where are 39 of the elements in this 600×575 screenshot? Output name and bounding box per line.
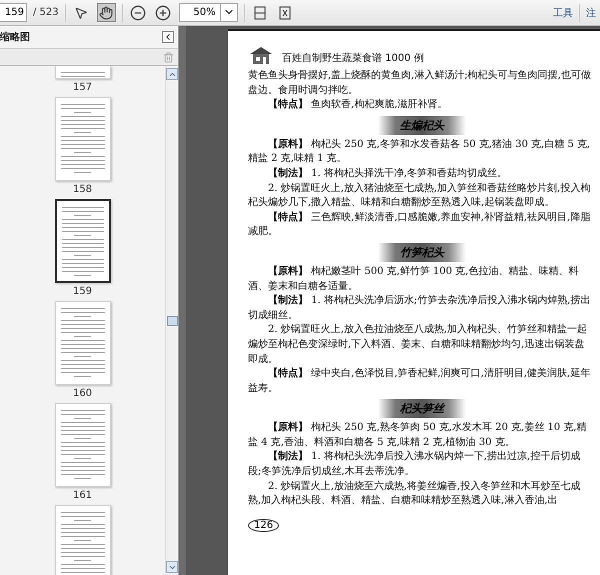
- paragraph: 【特点】 三色辉映,鲜淡清香,口感脆嫩,养血安神,补肾益精,祛风明目,降脂减肥。: [248, 210, 592, 240]
- zoom-out-button[interactable]: [128, 3, 148, 22]
- recipe-heading: 杞头笋丝: [378, 399, 466, 418]
- paragraph: 【制法】 1. 将枸杞头洗净后沥水;竹笋去杂洗净后投入沸水锅内焯熟,捞出切成细丝。: [248, 294, 592, 323]
- page-thumbnail[interactable]: [54, 199, 110, 283]
- thumbnail-label: 157: [72, 82, 92, 93]
- paragraph: 2. 炒锅置火上,放油烧至六成热,将姜丝煸香,投入冬笋丝和木耳炒至七成熟,加入枸杞头段、料酒、精盐、白糖和味精炒至熟透入味,淋入香油,出: [248, 480, 582, 508]
- running-header: 百姓自制野生蔬菜食谱 1000 例: [282, 52, 424, 65]
- recipe-heading: 竹笋杞头: [378, 242, 466, 262]
- thumbnail-label: 161: [72, 490, 92, 501]
- paragraph: 黄色鱼头身骨摆好,盖上烧酥的黄鱼肉,淋入鲜汤汁;枸杞头可与鱼肉同摆,也可做盘边。食用时调匀拌吃。: [248, 69, 592, 98]
- scrollbar-thumb[interactable]: [166, 316, 178, 326]
- hand-tool-button[interactable]: [96, 3, 116, 22]
- paragraph: 【特点】 鱼肉软香,枸杞爽脆,滋肝补肾。: [267, 98, 449, 112]
- paragraph: 【特点】 绿中夹白,色泽悦目,笋香杞鲜,润爽可口,清肝明目,健美润肤,延年益寿。: [248, 367, 592, 396]
- page-number-field[interactable]: 159: [0, 3, 27, 22]
- toolbar-link[interactable]: 工具: [553, 6, 573, 20]
- panel-title: 缩略图: [0, 30, 30, 44]
- paragraph: 【制法】 1. 将枸杞头择洗干净,冬笋和香菇均切成丝。: [267, 166, 508, 181]
- toolbar-link[interactable]: 注: [586, 6, 596, 20]
- recipe-heading: 生煸杞头: [378, 116, 466, 135]
- collapse-icon[interactable]: [162, 31, 174, 43]
- scroll-up-button[interactable]: [166, 68, 178, 80]
- paragraph: 【原料】 枸杞头 250 克,冬笋和水发香菇各 50 克,猪油 30 克,白糖 5 克,精盐 2 克,味精 1 克。: [248, 138, 592, 166]
- scroll-down-button[interactable]: [166, 561, 178, 573]
- page-number: 126: [248, 518, 280, 532]
- paragraph: 2. 炒锅置旺火上,放入猪油烧至七成热,加入笋丝和香菇丝略炒片刻,投入枸杞头煸炒几下,撒入精盐、味精和白糖翻炒至熟透入味,起锅装盘即成。: [248, 182, 592, 210]
- page-total: / 523: [33, 7, 59, 18]
- paragraph: 【原料】 枸杞头 250 克,熟冬笋肉 50 克,水发木耳 20 克,姜丝 10 克,精盐 4 克,香油、料酒和白糖各 5 克,味精 2 克,植物油 30 克。: [248, 421, 588, 450]
- paragraph: 【制法】 1. 将枸杞头洗净后投入沸水锅内焯一下,捞出过凉,控干后切成段;冬笋洗净后切成丝,木耳去蒂洗净。: [248, 450, 582, 480]
- thumbnail-label: 159: [72, 286, 92, 297]
- paragraph: 2. 炒锅置旺火上,放入色拉油烧至八成热,加入枸杞头、竹笋丝和精盐一起煸炒至枸杞色变深绿时,下入料酒、姜末、白糖和味精翻炒均匀,迅速出锅装盘即成。: [248, 323, 588, 366]
- zoom-field[interactable]: 50%: [178, 3, 238, 22]
- zoom-in-button[interactable]: [154, 3, 173, 22]
- house-icon: [248, 45, 274, 65]
- thumbnail-label: 158: [72, 184, 92, 195]
- thumbnail-label: 160: [72, 388, 92, 399]
- paragraph: 【原料】 枸杞嫩茎叶 500 克,鲜竹笋 100 克,色拉油、精盐、味精、料酒、姜末和白糖各适量。: [248, 264, 580, 294]
- trash-icon[interactable]: [163, 52, 174, 62]
